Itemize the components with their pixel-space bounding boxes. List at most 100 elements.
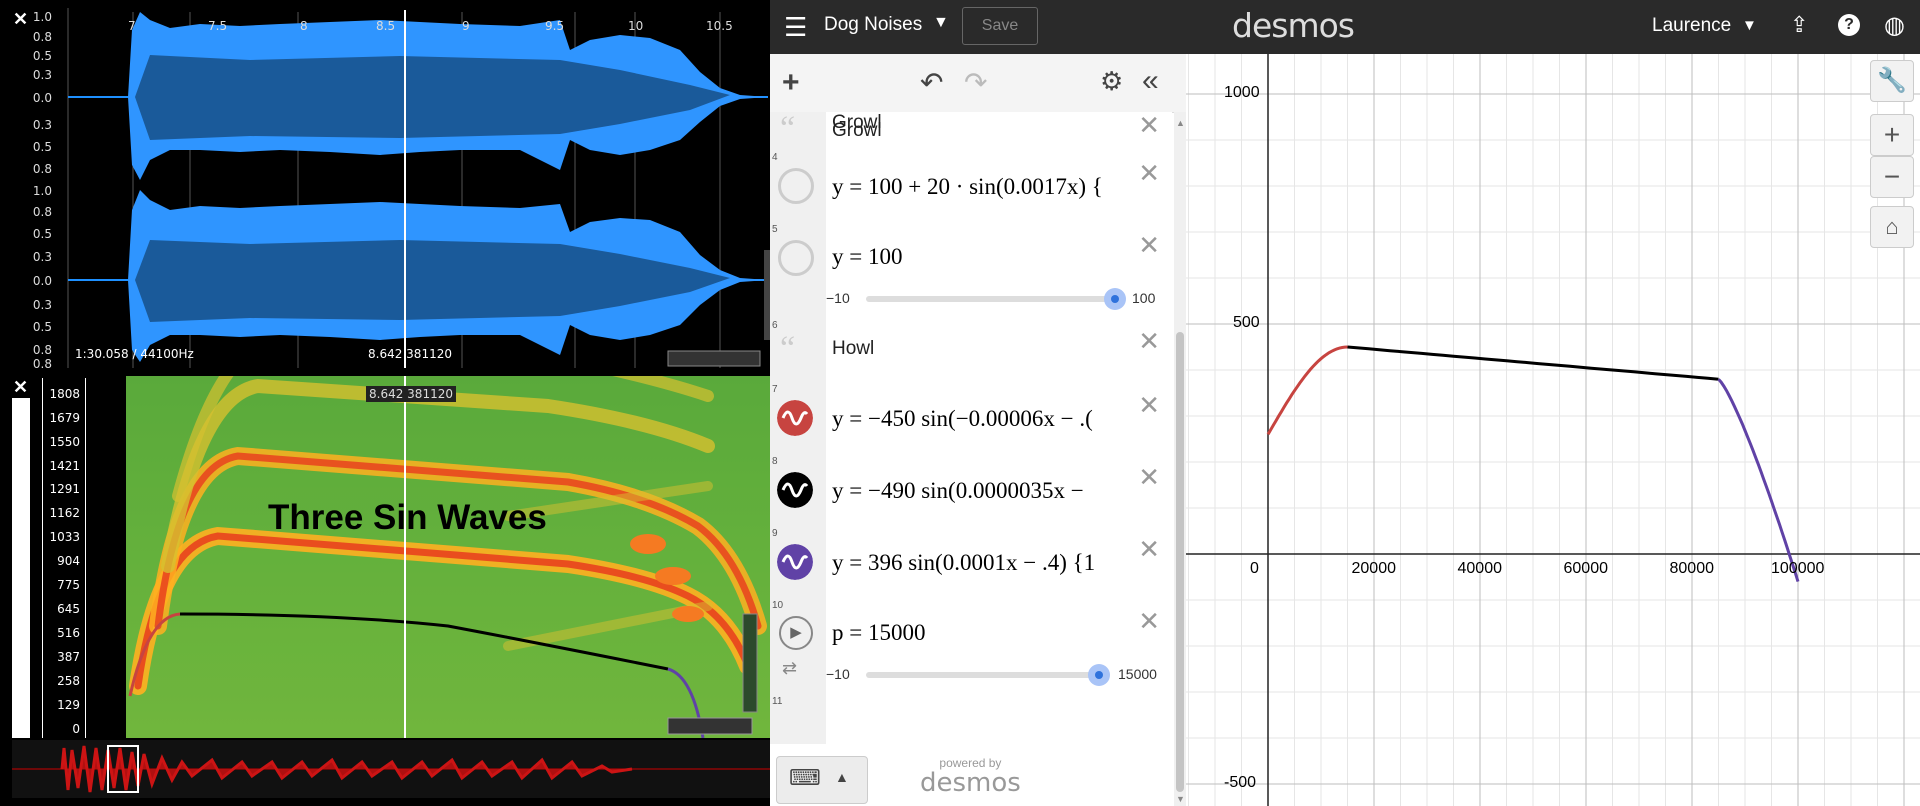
expression-math[interactable]: p = 15000 [832,620,1132,646]
play-icon[interactable]: ▶ [779,616,813,650]
slider-knob-y[interactable] [1104,288,1126,310]
waveform-x-label: 9.5 [545,19,565,33]
desmos-header: ☰ Dog Noises ▼ Save desmos Laurence ▼ ⇪ … [770,0,1920,54]
waveform-y-label: 1.0 [32,10,52,24]
waveform-x-label: 10 [628,19,644,33]
help-icon[interactable]: ? [1838,14,1860,36]
spectrogram-cursor-readout: 8.642 381120 [366,386,456,402]
graph-settings-wrench-icon[interactable]: 🔧 [1870,60,1914,102]
delete-row-icon[interactable]: ✕ [1138,608,1160,634]
delete-row-icon[interactable]: ✕ [1138,232,1160,258]
waveform-view[interactable] [0,0,770,372]
expression-math[interactable]: y = −490 sin(0.0000035x − [832,478,1132,504]
undo-icon[interactable]: ↶ [920,66,943,99]
expression-row[interactable]: 7 y = −450 sin(−0.00006x − .( ✕ [770,382,1172,455]
delete-row-icon[interactable]: ✕ [1138,392,1160,418]
expression-row[interactable]: 10 ▶ ⇄ p = 15000 ✕ −10 15000 [770,598,1172,695]
delete-row-icon[interactable]: ✕ [1138,536,1160,562]
loop-icon[interactable]: ⇄ [782,658,797,679]
row-number: 4 [772,152,778,163]
row-number: 9 [772,528,778,539]
purple-wave-icon[interactable] [777,544,813,580]
freq-label: 258 [57,674,80,688]
waveform-y-label: 0.3 [32,118,52,132]
freq-label: 645 [57,602,80,616]
freq-label: 1291 [49,482,80,496]
hamburger-menu-icon[interactable]: ☰ [784,12,807,43]
keyboard-icon: ⌨ [789,765,821,790]
graph-title-dropdown-icon[interactable]: ▼ [933,14,949,32]
expression-math[interactable]: y = 100 [832,244,1132,270]
delete-row-icon[interactable]: ✕ [1138,464,1160,490]
slider-max[interactable]: 15000 [1118,666,1157,682]
slider-max[interactable]: 100 [1132,290,1155,306]
close-spectrogram-icon[interactable]: ✕ [13,378,28,396]
redo-icon[interactable]: ↷ [964,66,987,99]
slider-min[interactable]: −10 [826,290,850,306]
hidden-color-toggle[interactable] [778,168,814,204]
user-name[interactable]: Laurence [1652,15,1731,37]
delete-row-icon[interactable]: ✕ [1138,160,1160,186]
audio-editor: ✕ 1.0 0.8 0.5 0.3 0.0 0.3 0.5 0.8 1.0 0.… [0,0,770,806]
note-quote-icon: “ [780,330,796,367]
keyboard-toggle-button[interactable]: ⌨ ▲ [776,756,868,804]
graph-title[interactable]: Dog Noises [824,14,922,36]
waveform-x-label: 7 [128,19,136,33]
expression-toolbar: + ↶ ↷ ⚙ « [770,54,1186,113]
freq-label: 1162 [49,506,80,520]
expression-row[interactable]: 8 y = −490 sin(0.0000035x − ✕ [770,454,1172,527]
user-dropdown-icon[interactable]: ▼ [1742,17,1757,34]
expression-row-empty[interactable]: 11 [770,694,1172,744]
zoom-in-button[interactable]: + [1870,114,1914,156]
freq-label: 1033 [49,530,80,544]
graph-canvas[interactable] [1186,54,1920,806]
add-item-icon[interactable]: + [782,66,800,100]
growl-note-text[interactable]: Growl [832,120,882,142]
freq-label: 387 [57,650,80,664]
hidden-color-toggle[interactable] [778,240,814,276]
freq-label: 1421 [49,459,80,473]
slider-track-p[interactable] [866,672,1100,678]
chevron-up-icon: ▲ [835,769,849,785]
waveform-y-label: 0.5 [32,320,52,334]
slider-track-y[interactable] [866,296,1116,302]
collapse-panel-icon[interactable]: « [1142,64,1159,98]
expression-scrollbar[interactable]: ▲ ▼ [1174,112,1186,806]
share-icon[interactable]: ⇪ [1790,12,1808,38]
y-axis-tick-label: 1000 [1224,84,1260,101]
globe-icon[interactable]: ◍ [1884,11,1905,40]
y-axis-tick-label: -500 [1224,774,1257,791]
scrollbar-thumb[interactable] [1176,332,1184,792]
settings-gear-icon[interactable]: ⚙ [1100,66,1123,97]
expression-row-note[interactable]: 6 “ Howl ✕ [770,318,1172,383]
waveform-x-label: 8.5 [376,19,396,33]
freq-label: 1808 [49,387,80,401]
x-axis-tick-label: 60000 [1563,560,1609,577]
red-wave-icon[interactable] [777,400,813,436]
default-viewport-home-icon[interactable]: ⌂ [1870,206,1914,248]
purple-sine-curve [1717,378,1800,583]
expression-row[interactable]: 5 y = 100 ✕ −10 100 [770,222,1172,319]
note-text[interactable]: Howl [832,338,874,360]
expression-math[interactable]: y = 396 sin(0.0001x − .4) {1 [832,550,1132,576]
expression-math[interactable]: y = −450 sin(−0.00006x − .( [832,406,1132,432]
graph-paper[interactable]: 0 20000 40000 60000 80000 100000 1000 500 -500 [1186,54,1920,806]
black-wave-icon[interactable] [777,472,813,508]
row-number: 10 [772,600,784,611]
x-axis-tick-label: 100000 [1771,560,1825,577]
overview-scrubber[interactable] [12,740,770,798]
desmos-logo: desmos [1232,6,1355,45]
slider-min[interactable]: −10 [826,666,850,682]
freq-label: 775 [57,578,80,592]
delete-row-icon[interactable]: ✕ [1138,112,1160,138]
zoom-out-button[interactable]: − [1870,156,1914,198]
slider-knob-p[interactable] [1088,664,1110,686]
waveform-y-label: 0.3 [32,298,52,312]
expression-row[interactable]: 4 y = 100 + 20 · sin(0.0017x) { ✕ [770,150,1172,223]
delete-row-icon[interactable]: ✕ [1138,328,1160,354]
expression-math[interactable]: y = 100 + 20 · sin(0.0017x) { [832,174,1132,200]
freq-label: 1550 [49,435,80,449]
expression-row[interactable]: 9 y = 396 sin(0.0001x − .4) {1 ✕ [770,526,1172,599]
save-button[interactable]: Save [962,7,1038,45]
spectrogram-view[interactable] [88,376,770,738]
